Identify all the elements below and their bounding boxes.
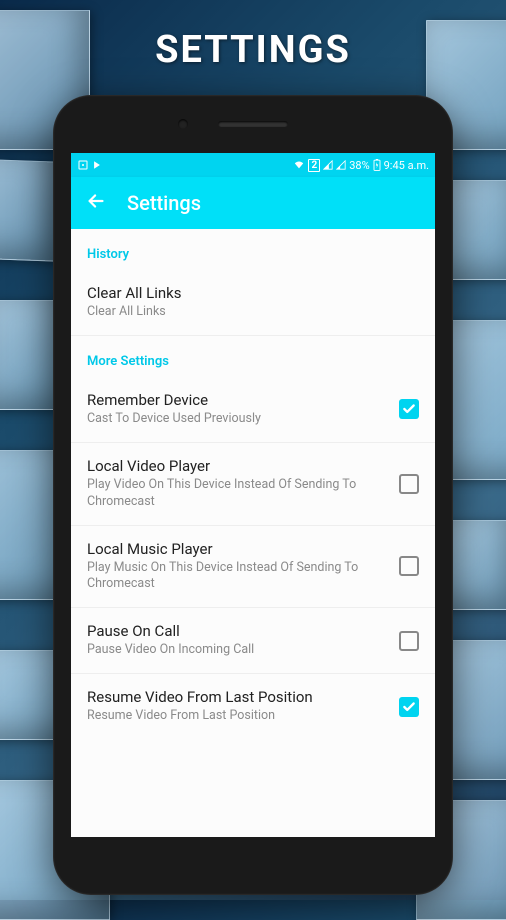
- app-bar-title: Settings: [127, 191, 201, 215]
- checkbox-unchecked-icon[interactable]: [399, 556, 419, 576]
- setting-subtitle: Play Video On This Device Instead Of Sen…: [87, 477, 387, 511]
- back-arrow-icon[interactable]: [85, 190, 107, 216]
- phone-speaker: [218, 121, 288, 127]
- clock-text: 9:45 a.m.: [384, 159, 429, 172]
- battery-charging-icon: [373, 159, 381, 171]
- setting-title: Local Video Player: [87, 457, 387, 475]
- setting-subtitle: Pause Video On Incoming Call: [87, 642, 387, 659]
- setting-title: Pause On Call: [87, 622, 387, 640]
- battery-percent: 38%: [349, 159, 369, 172]
- wifi-icon: [293, 160, 305, 170]
- setting-title: Local Music Player: [87, 540, 387, 558]
- signal-icon: [323, 160, 333, 170]
- setting-local-music-player[interactable]: Local Music Player Play Music On This De…: [71, 526, 435, 609]
- phone-frame: 2 38% 9:45 a.m. Settings History: [53, 95, 453, 895]
- sim-icon: 2: [308, 159, 320, 172]
- checkbox-unchecked-icon[interactable]: [399, 474, 419, 494]
- setting-pause-on-call[interactable]: Pause On Call Pause Video On Incoming Ca…: [71, 608, 435, 674]
- status-bar: 2 38% 9:45 a.m.: [71, 153, 435, 177]
- settings-content: History Clear All Links Clear All Links …: [71, 229, 435, 837]
- setting-subtitle: Resume Video From Last Position: [87, 708, 387, 725]
- phone-screen: 2 38% 9:45 a.m. Settings History: [71, 153, 435, 837]
- section-header-more-settings: More Settings: [71, 336, 435, 377]
- setting-title: Clear All Links: [87, 284, 407, 302]
- setting-local-video-player[interactable]: Local Video Player Play Video On This De…: [71, 443, 435, 526]
- section-header-history: History: [71, 229, 435, 270]
- setting-subtitle: Cast To Device Used Previously: [87, 411, 387, 428]
- screenshot-icon: [77, 159, 89, 171]
- setting-clear-all-links[interactable]: Clear All Links Clear All Links: [71, 270, 435, 336]
- setting-title: Resume Video From Last Position: [87, 688, 387, 706]
- notification-icon: [92, 160, 102, 170]
- setting-subtitle: Clear All Links: [87, 304, 407, 321]
- checkbox-checked-icon[interactable]: [399, 697, 419, 717]
- setting-remember-device[interactable]: Remember Device Cast To Device Used Prev…: [71, 377, 435, 443]
- checkbox-checked-icon[interactable]: [399, 399, 419, 419]
- phone-camera: [178, 119, 188, 129]
- setting-title: Remember Device: [87, 391, 387, 409]
- setting-resume-video[interactable]: Resume Video From Last Position Resume V…: [71, 674, 435, 739]
- page-title: SETTINGS: [0, 0, 506, 72]
- app-bar: Settings: [71, 177, 435, 229]
- signal-icon-2: [336, 160, 346, 170]
- setting-subtitle: Play Music On This Device Instead Of Sen…: [87, 560, 387, 594]
- checkbox-unchecked-icon[interactable]: [399, 631, 419, 651]
